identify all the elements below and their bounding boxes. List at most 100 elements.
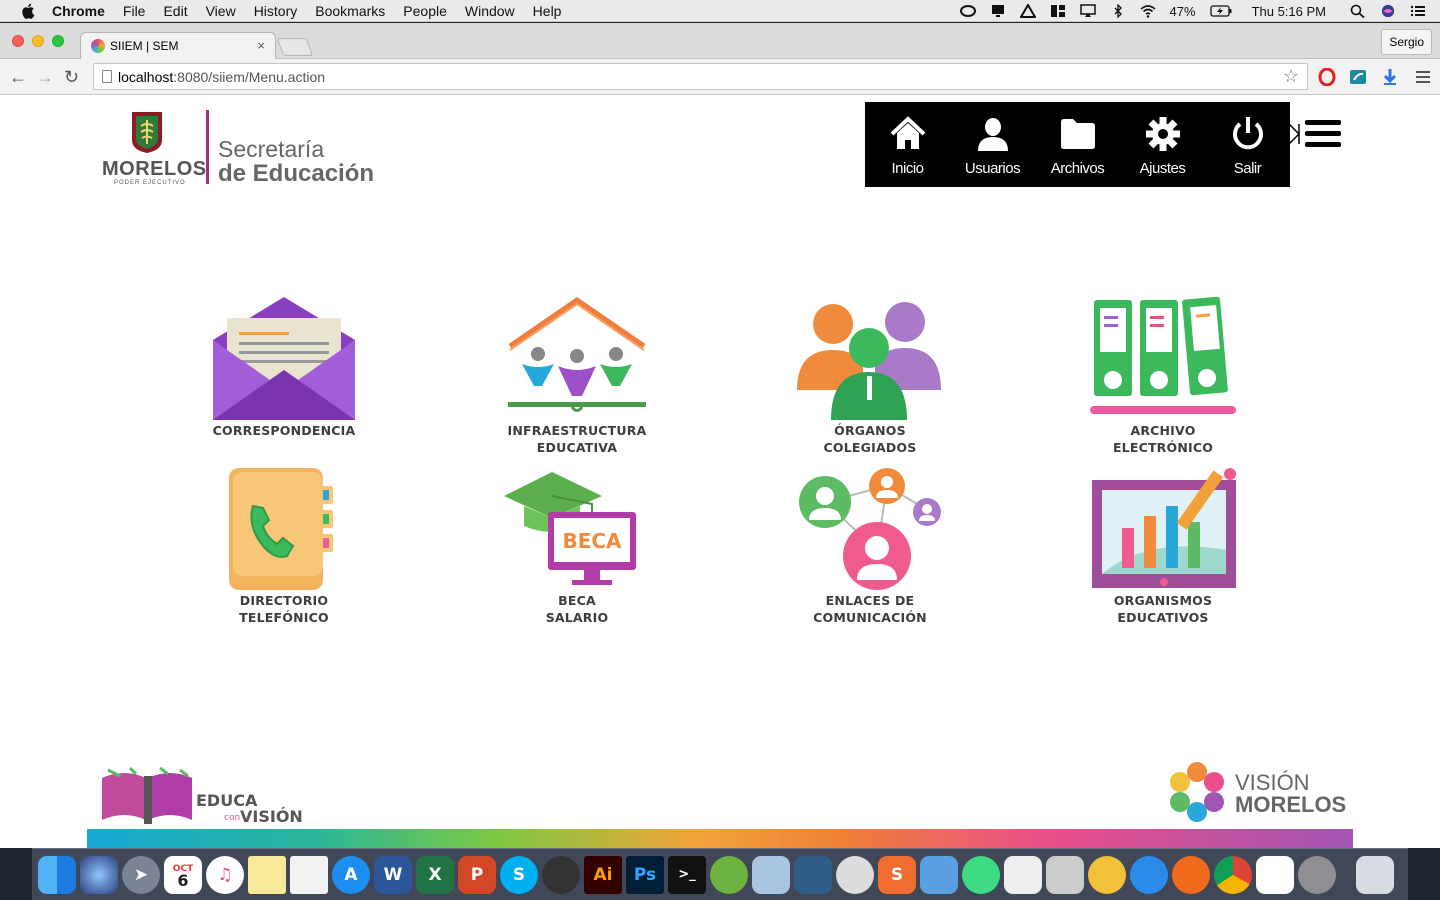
cast-extension-icon[interactable] [1349, 68, 1367, 86]
nav-inicio[interactable]: Inicio [865, 102, 950, 187]
chrome-menu-icon[interactable] [1414, 68, 1432, 86]
clock[interactable]: Thu 5:16 PM [1252, 4, 1326, 19]
menu-people[interactable]: People [403, 3, 447, 19]
menu-view[interactable]: View [206, 3, 236, 19]
compass-app-icon[interactable] [542, 855, 580, 894]
textedit-icon[interactable] [290, 855, 328, 894]
preview-icon[interactable] [1046, 855, 1084, 894]
chart-board-icon [1092, 468, 1236, 588]
tab-siiem[interactable]: SIIEM | SEM × [80, 32, 276, 59]
educa-con-vision-logo[interactable]: EDUCA con VISIÓN [100, 764, 310, 828]
system-preferences-icon[interactable] [1298, 855, 1336, 894]
profile-button[interactable]: Sergio [1381, 29, 1432, 55]
android-studio-icon[interactable] [962, 855, 1000, 894]
module-infraestructura-educativa[interactable]: INFRAESTRUCTURA EDUCATIVA [429, 296, 725, 456]
photoshop-icon[interactable]: Ps [626, 855, 664, 894]
window-zoom-button[interactable] [52, 35, 64, 47]
bluetooth-icon[interactable] [1110, 4, 1126, 18]
module-archivo-electronico[interactable]: ARCHIVO ELECTRÓNICO [1015, 296, 1311, 456]
nav-usuarios[interactable]: Usuarios [950, 102, 1035, 187]
back-arrow-icon[interactable]: ← [9, 67, 27, 87]
terminal-icon[interactable]: >_ [668, 855, 706, 894]
creative-cloud-icon[interactable] [959, 4, 976, 18]
menu-bookmarks[interactable]: Bookmarks [315, 3, 385, 19]
nav-ajustes[interactable]: Ajustes [1120, 102, 1205, 187]
mysql-workbench-icon[interactable] [794, 855, 832, 894]
notes-icon[interactable] [248, 855, 286, 894]
siri-icon[interactable] [1380, 4, 1396, 18]
svg-text:MORELOS: MORELOS [1235, 792, 1346, 817]
de-educacion-text: de Educación [218, 160, 375, 187]
menu-edit[interactable]: Edit [163, 3, 187, 19]
module-organismos-educativos[interactable]: ORGANISMOS EDUCATIVOS [1015, 466, 1311, 626]
secretaria-educacion-logo[interactable]: MORELOS PODER EJECUTIVO Secretaría de Ed… [100, 108, 380, 188]
bookmark-star-icon[interactable]: ☆ [1283, 66, 1299, 87]
menu-help[interactable]: Help [533, 3, 562, 19]
address-bar[interactable]: localhost:8080/siiem/Menu.action ☆ [93, 63, 1308, 90]
morelos-wordmark: MORELOS [102, 158, 207, 180]
google-drive-tray-icon[interactable] [1019, 4, 1036, 18]
module-enlaces-comunicacion[interactable]: ENLACES DE COMUNICACIÓN [722, 466, 1018, 626]
notification-center-icon[interactable] [1410, 4, 1426, 18]
trash-icon[interactable] [1356, 855, 1394, 894]
display-icon[interactable] [990, 4, 1006, 18]
printer-icon[interactable] [1004, 855, 1042, 894]
menu-window[interactable]: Window [465, 3, 515, 19]
module-correspondencia-label: CORRESPONDENCIA [212, 423, 356, 438]
filezilla-icon[interactable] [1088, 855, 1126, 894]
siri-dock-icon[interactable] [80, 855, 118, 894]
chrome-icon[interactable] [1214, 855, 1252, 894]
apple-logo-icon[interactable] [20, 2, 38, 20]
url-host: localhost [118, 68, 174, 85]
excel-icon[interactable]: X [416, 855, 454, 894]
opera-extension-icon[interactable] [1318, 68, 1336, 86]
firefox-icon[interactable] [1172, 855, 1210, 894]
xcode-icon[interactable] [920, 855, 958, 894]
virtualbox-icon[interactable] [752, 855, 790, 894]
tab-title: SIIEM | SEM [110, 39, 179, 53]
new-tab-button[interactable] [276, 38, 314, 56]
sequel-pro-icon[interactable] [836, 855, 874, 894]
window-minimize-button[interactable] [32, 35, 44, 47]
spring-icon[interactable] [710, 855, 748, 894]
download-extension-icon[interactable] [1381, 68, 1399, 86]
finder-icon[interactable] [38, 855, 76, 894]
illustrator-icon[interactable]: Ai [584, 855, 622, 894]
chrome-window: SIIEM | SEM × Sergio ← → ↻ localhost:808… [0, 23, 1440, 848]
itunes-icon[interactable]: ♫ [206, 855, 244, 894]
calendar-icon[interactable]: OCT 6 [164, 855, 202, 894]
nav-salir[interactable]: Salir [1205, 102, 1290, 187]
menu-app-name[interactable]: Chrome [52, 3, 105, 19]
module-beca-salario[interactable]: BECA BECA SALARIO [429, 466, 725, 626]
reload-icon[interactable]: ↻ [64, 67, 79, 87]
menu-file[interactable]: File [123, 3, 146, 19]
vision-morelos-logo[interactable]: VISIÓN MORELOS [1165, 760, 1350, 826]
spotlight-search-icon[interactable] [1350, 4, 1366, 18]
battery-icon[interactable] [1209, 4, 1232, 18]
powerpoint-icon[interactable]: P [458, 855, 496, 894]
launchpad-icon[interactable]: ➤ [122, 855, 160, 894]
safari-icon[interactable] [1130, 855, 1168, 894]
module-organismos-label: ORGANISMOS EDUCATIVOS [1113, 593, 1213, 625]
graduation-beca-icon: BECA [504, 472, 636, 585]
word-icon[interactable]: W [374, 855, 412, 894]
window-manager-icon[interactable] [1050, 4, 1066, 18]
envelope-icon [213, 297, 355, 420]
nav-archivos[interactable]: Archivos [1035, 102, 1120, 187]
skype-icon[interactable]: S [500, 855, 538, 894]
menu-history[interactable]: History [254, 3, 298, 19]
tab-close-icon[interactable]: × [257, 38, 265, 53]
wifi-icon[interactable] [1140, 4, 1156, 18]
window-close-button[interactable] [12, 35, 24, 47]
forward-arrow-icon[interactable]: → [36, 67, 54, 87]
app-store-icon[interactable]: A [332, 855, 370, 894]
google-drive-icon[interactable] [1256, 855, 1294, 894]
sublime-text-icon[interactable]: S [878, 855, 916, 894]
macos-dock: ➤ OCT 6 ♫ A W X P S Ai Ps >_ S [32, 848, 1408, 900]
airplay-icon[interactable] [1079, 4, 1096, 18]
module-correspondencia[interactable]: CORRESPONDENCIA [136, 296, 432, 456]
phone-book-icon [229, 468, 333, 590]
module-organos-colegiados[interactable]: ÓRGANOS COLEGIADOS [722, 296, 1018, 456]
hamburger-menu-icon[interactable] [1305, 120, 1341, 152]
module-directorio-telefonico[interactable]: DIRECTORIO TELEFÓNICO [136, 466, 432, 626]
